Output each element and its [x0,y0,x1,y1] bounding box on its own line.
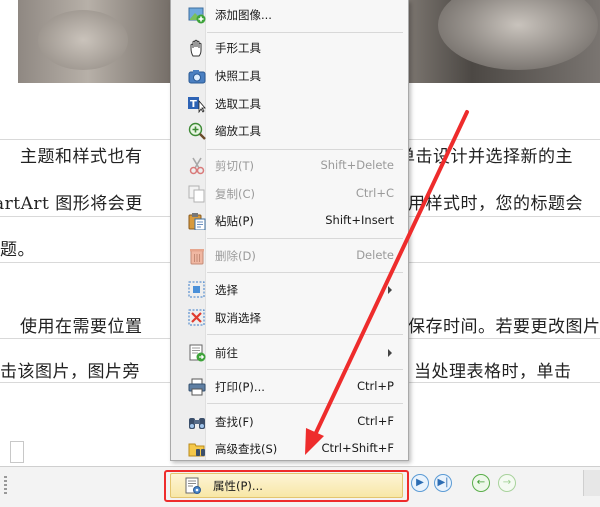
pointer-arrow-annotation [305,110,469,455]
